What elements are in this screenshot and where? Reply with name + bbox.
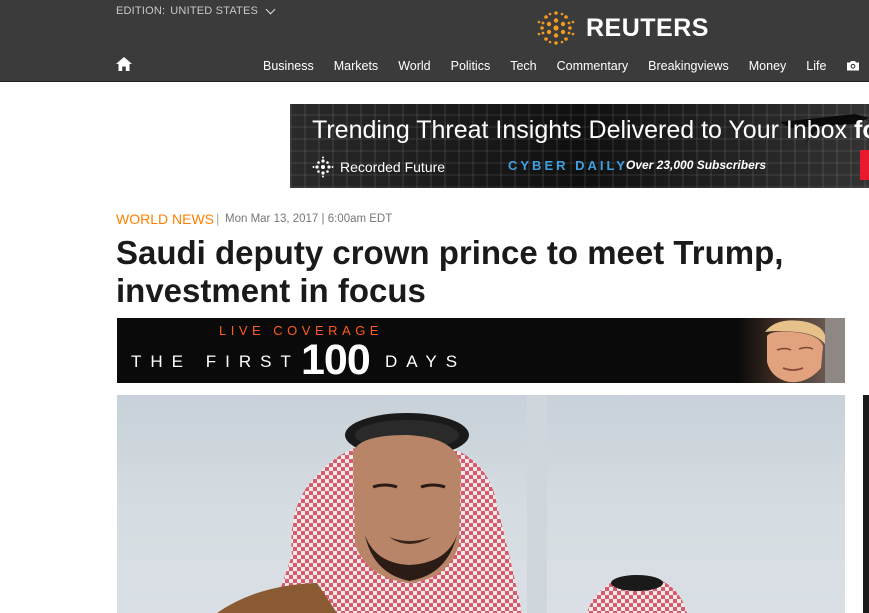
nav-item-business[interactable]: Business	[263, 59, 314, 73]
article-photo[interactable]	[117, 395, 845, 613]
ad-headline-text: Trending Threat Insights Delivered to Yo…	[312, 116, 848, 144]
hundred-number: 100	[301, 336, 371, 383]
sidebar-edge	[863, 395, 869, 613]
chevron-down-icon	[265, 4, 276, 15]
main-nav: Business Markets World Politics Tech Com…	[263, 59, 846, 73]
reuters-logo-icon	[537, 11, 575, 45]
article-dateline: Mon Mar 13, 2017 | 6:00am EDT	[225, 213, 393, 225]
edition-value: UNITED STATES	[170, 5, 259, 17]
recorded-future-icon	[312, 156, 334, 178]
ad-headline: Trending Threat Insights Delivered to Yo…	[312, 116, 869, 145]
site-header: EDITION: UNITED STATES REUTERS Business …	[0, 0, 869, 82]
nav-item-money[interactable]: Money	[749, 59, 787, 73]
ad-cta-edge	[860, 150, 869, 180]
ad-headline-cut: fo	[854, 116, 869, 144]
nav-item-politics[interactable]: Politics	[451, 59, 491, 73]
trump-portrait	[737, 318, 845, 383]
edition-label: EDITION:	[116, 5, 166, 17]
nav-item-breakingviews[interactable]: Breakingviews	[648, 59, 729, 73]
camera-icon[interactable]	[846, 60, 860, 71]
section-link[interactable]: WORLD NEWS	[116, 211, 214, 227]
crown-prince-photo	[217, 395, 687, 613]
nav-item-life[interactable]: Life	[806, 59, 826, 73]
first-100-days-banner[interactable]: LIVE COVERAGE THE FIRST 100 DAYS	[117, 318, 845, 383]
ad-subscribers: Over 23,000 Subscribers	[626, 158, 767, 172]
home-icon[interactable]	[116, 57, 132, 71]
nav-item-markets[interactable]: Markets	[334, 59, 378, 73]
advertisement-banner[interactable]: Trending Threat Insights Delivered to Yo…	[290, 104, 869, 188]
nav-item-tech[interactable]: Tech	[510, 59, 536, 73]
kicker-separator: |	[216, 211, 220, 226]
the-first-label: THE FIRST	[131, 352, 300, 371]
nav-item-world[interactable]: World	[398, 59, 430, 73]
ad-cyber-daily: CYBER DAILY	[508, 158, 628, 173]
logo-text: REUTERS	[586, 13, 709, 42]
ad-brand-name: Recorded Future	[340, 159, 446, 175]
nav-item-commentary[interactable]: Commentary	[557, 59, 629, 73]
ad-brand: Recorded Future	[312, 156, 445, 178]
days-label: DAYS	[385, 352, 467, 371]
article-title: Saudi deputy crown prince to meet Trump,…	[116, 234, 784, 309]
reuters-logo[interactable]: REUTERS	[535, 8, 709, 48]
edition-selector[interactable]: EDITION: UNITED STATES	[116, 4, 276, 17]
